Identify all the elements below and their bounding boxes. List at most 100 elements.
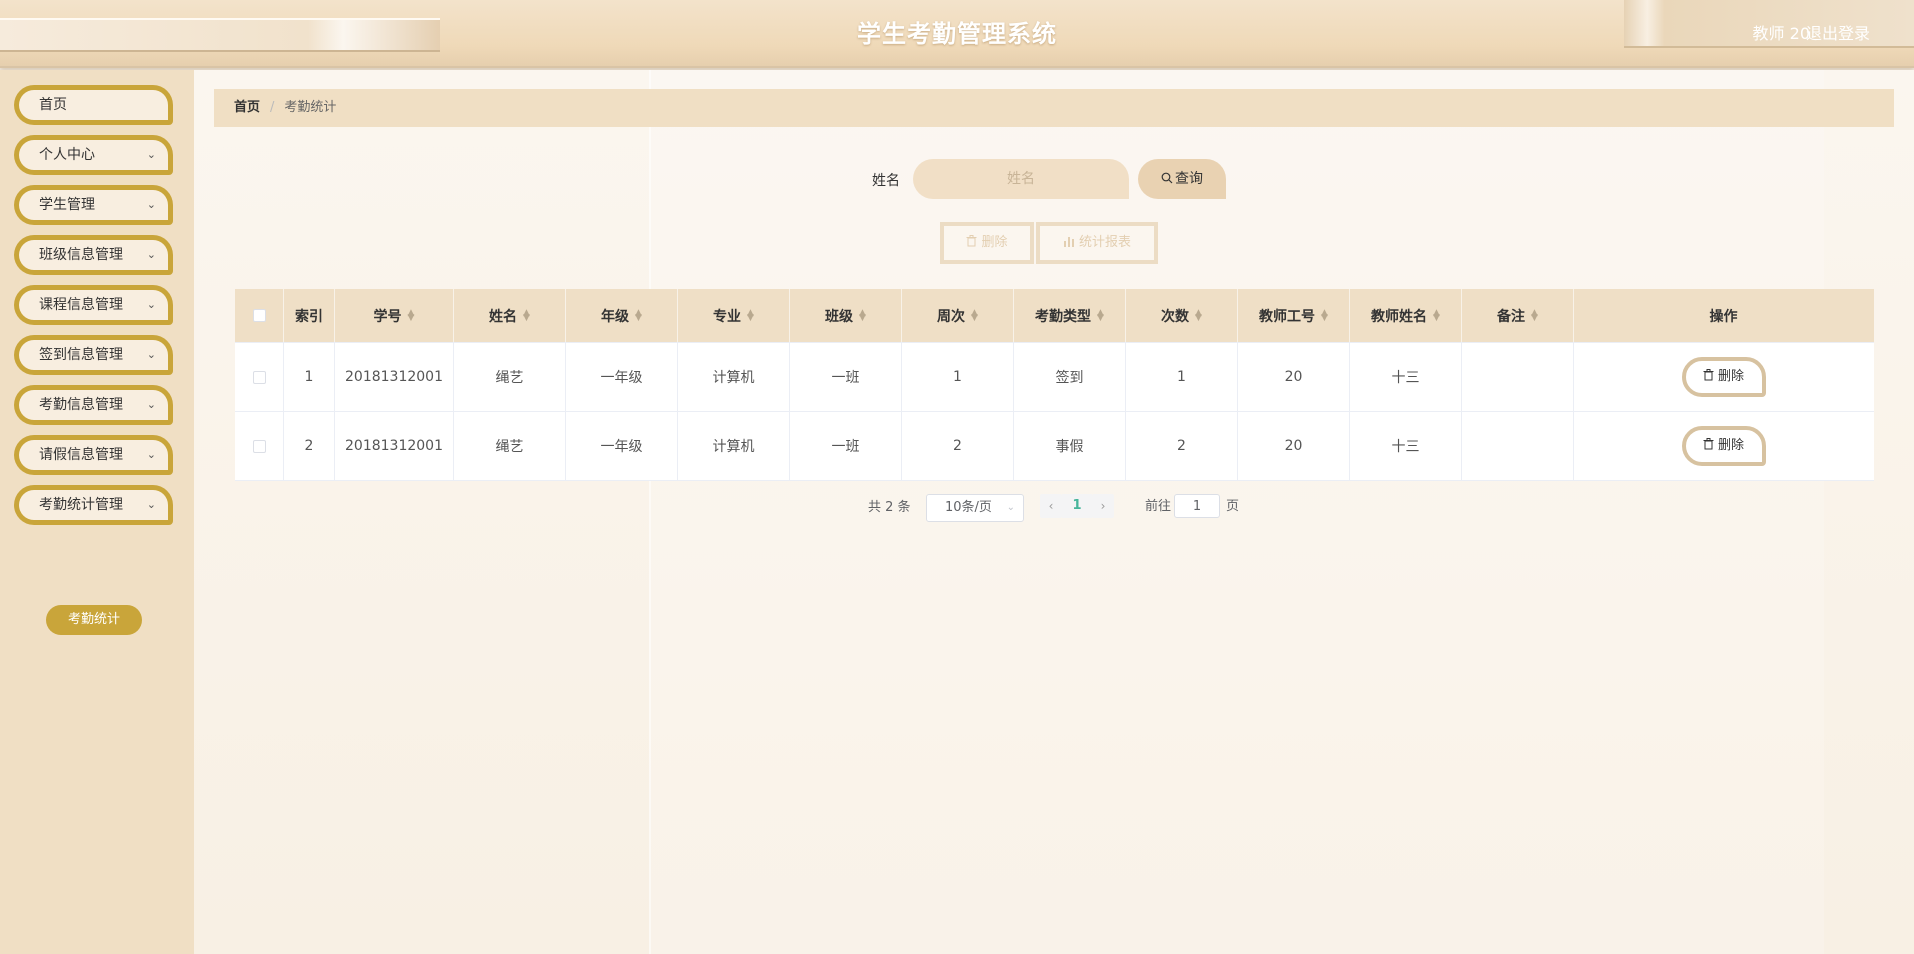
column-header-remark[interactable]: 备注 ▲ ▼ <box>1462 289 1574 342</box>
sidebar-item-signin[interactable]: 签到信息管理 ⌄ <box>14 335 173 375</box>
cell-actions: 删除 <box>1574 343 1873 411</box>
app-title: 学生考勤管理系统 <box>857 20 1057 48</box>
logout-link[interactable]: 退出登录 <box>1806 20 1870 44</box>
column-header-week[interactable]: 周次 ▲ ▼ <box>902 289 1014 342</box>
column-label: 专业 <box>713 308 742 325</box>
report-button[interactable]: 统计报表 <box>1036 222 1158 264</box>
chevron-left-icon: ‹ <box>1048 499 1054 513</box>
column-header-teacher-name[interactable]: 教师姓名 ▲ ▼ <box>1350 289 1462 342</box>
cell-teacher-no: 20 <box>1238 343 1350 411</box>
cell-actions: 删除 <box>1574 412 1873 480</box>
column-header-name[interactable]: 姓名 ▲ ▼ <box>454 289 566 342</box>
row-select-cell <box>235 412 284 480</box>
page-size-value: 10条/页 <box>945 500 992 515</box>
cell-index: 2 <box>284 412 335 480</box>
sort-icon[interactable]: ▲ ▼ <box>408 308 415 322</box>
sort-icon[interactable]: ▲ ▼ <box>1321 308 1328 322</box>
cell-grade: 一年级 <box>566 412 678 480</box>
prev-page-button[interactable]: ‹ <box>1040 494 1062 518</box>
sidebar-item-statistics[interactable]: 考勤统计管理 ⌄ <box>14 485 173 525</box>
cell-week: 2 <box>902 412 1014 480</box>
row-select-cell <box>235 343 284 411</box>
row-delete-button[interactable]: 删除 <box>1681 426 1766 466</box>
table-header-row: 索引 学号 ▲ ▼ 姓名 ▲ ▼ 年级 ▲ ▼ 专业 ▲ ▼ 班级 ▲ ▼ 周次 ▲ ▼ 考勤类型 ▲ ▼ … <box>235 289 1874 343</box>
current-user: 教师 20 <box>1752 24 1810 43</box>
sidebar-item-label: 班级信息管理 <box>39 247 123 263</box>
breadcrumb-current: 考勤统计 <box>284 100 337 115</box>
sidebar-item-classes[interactable]: 班级信息管理 ⌄ <box>14 235 173 275</box>
sidebar-subitem-attendance-stats[interactable]: 考勤统计 <box>46 605 142 635</box>
search-name-label: 姓名 <box>872 173 900 189</box>
sidebar-item-courses[interactable]: 课程信息管理 ⌄ <box>14 285 173 325</box>
sort-icon[interactable]: ▲ ▼ <box>971 308 978 322</box>
goto-page-input[interactable] <box>1174 494 1220 518</box>
trash-icon <box>1703 369 1714 381</box>
sidebar-item-label: 学生管理 <box>39 197 95 213</box>
column-label: 教师工号 <box>1259 308 1316 325</box>
sort-icon[interactable]: ▲ ▼ <box>859 308 866 322</box>
column-label: 教师姓名 <box>1371 308 1428 325</box>
column-header-grade[interactable]: 年级 ▲ ▼ <box>566 289 678 342</box>
sidebar-item-label: 课程信息管理 <box>39 297 123 313</box>
top-header: 学生考勤管理系统 教师 20 退出登录 <box>0 0 1914 68</box>
column-header-teacher-no[interactable]: 教师工号 ▲ ▼ <box>1238 289 1350 342</box>
cell-count: 1 <box>1126 343 1238 411</box>
cell-name: 绳艺 <box>454 343 566 411</box>
page-number-current[interactable]: 1 <box>1062 494 1092 518</box>
cell-major: 计算机 <box>678 343 790 411</box>
sort-icon[interactable]: ▲ ▼ <box>523 308 530 322</box>
column-label: 年级 <box>601 308 630 325</box>
search-name-input[interactable] <box>913 159 1129 199</box>
sidebar-item-home[interactable]: 首页 <box>14 85 173 125</box>
search-icon <box>1161 172 1173 184</box>
row-checkbox[interactable] <box>252 439 266 453</box>
sort-icon[interactable]: ▲ ▼ <box>1195 308 1202 322</box>
column-label: 次数 <box>1161 308 1190 325</box>
goto-suffix: 页 <box>1226 499 1240 514</box>
row-delete-label: 删除 <box>1717 369 1744 384</box>
sort-icon[interactable]: ▲ ▼ <box>747 308 754 322</box>
cell-student-no: 20181312001 <box>335 343 454 411</box>
row-delete-button[interactable]: 删除 <box>1681 357 1766 397</box>
row-checkbox[interactable] <box>252 370 266 384</box>
attendance-stats-table: 索引 学号 ▲ ▼ 姓名 ▲ ▼ 年级 ▲ ▼ 专业 ▲ ▼ 班级 ▲ ▼ 周次 ▲ ▼ 考勤类型 ▲ ▼ … <box>235 289 1874 481</box>
sidebar-item-attendance[interactable]: 考勤信息管理 ⌄ <box>14 385 173 425</box>
sort-icon[interactable]: ▲ ▼ <box>1097 308 1104 322</box>
sidebar-item-students[interactable]: 学生管理 ⌄ <box>14 185 173 225</box>
sort-icon[interactable]: ▲ ▼ <box>1531 308 1538 322</box>
select-all-checkbox[interactable] <box>252 309 266 322</box>
sidebar-item-label: 考勤信息管理 <box>39 397 123 413</box>
column-header-index: 索引 <box>284 289 335 342</box>
chevron-down-icon: ⌄ <box>146 498 156 511</box>
goto-label: 前往 <box>1145 499 1172 514</box>
sidebar-item-leave[interactable]: 请假信息管理 ⌄ <box>14 435 173 475</box>
sort-icon[interactable]: ▲ ▼ <box>635 308 642 322</box>
next-page-button[interactable]: › <box>1092 494 1114 518</box>
bar-chart-icon <box>1063 237 1074 247</box>
cell-teacher-name: 十三 <box>1350 412 1462 480</box>
trash-icon <box>966 235 977 247</box>
search-button-label: 查询 <box>1175 171 1203 187</box>
cell-student-no: 20181312001 <box>335 412 454 480</box>
report-button-label: 统计报表 <box>1078 235 1131 250</box>
column-label: 索引 <box>295 308 323 325</box>
sidebar: 首页 个人中心 ⌄ 学生管理 ⌄ 班级信息管理 ⌄ 课程信息管理 ⌄ 签到信息管… <box>0 70 194 954</box>
chevron-down-icon: ⌄ <box>146 348 156 361</box>
breadcrumb-home[interactable]: 首页 <box>234 100 260 115</box>
sidebar-item-label: 个人中心 <box>39 147 95 163</box>
search-button[interactable]: 查询 <box>1138 159 1226 199</box>
page-size-select[interactable]: 10条/页 ⌄ <box>926 494 1024 522</box>
column-header-major[interactable]: 专业 ▲ ▼ <box>678 289 790 342</box>
column-header-type[interactable]: 考勤类型 ▲ ▼ <box>1014 289 1126 342</box>
sort-icon[interactable]: ▲ ▼ <box>1433 308 1440 322</box>
chevron-down-icon: ⌄ <box>1006 502 1015 513</box>
sidebar-item-profile[interactable]: 个人中心 ⌄ <box>14 135 173 175</box>
row-delete-label: 删除 <box>1717 438 1744 453</box>
column-header-student-no[interactable]: 学号 ▲ ▼ <box>335 289 454 342</box>
batch-delete-button[interactable]: 删除 <box>940 222 1034 264</box>
cell-type: 事假 <box>1014 412 1126 480</box>
column-header-count[interactable]: 次数 ▲ ▼ <box>1126 289 1238 342</box>
table-row: 1 20181312001 绳艺 一年级 计算机 一班 1 签到 1 20 十三… <box>235 343 1874 412</box>
column-label: 学号 <box>373 308 402 325</box>
column-header-class[interactable]: 班级 ▲ ▼ <box>790 289 902 342</box>
